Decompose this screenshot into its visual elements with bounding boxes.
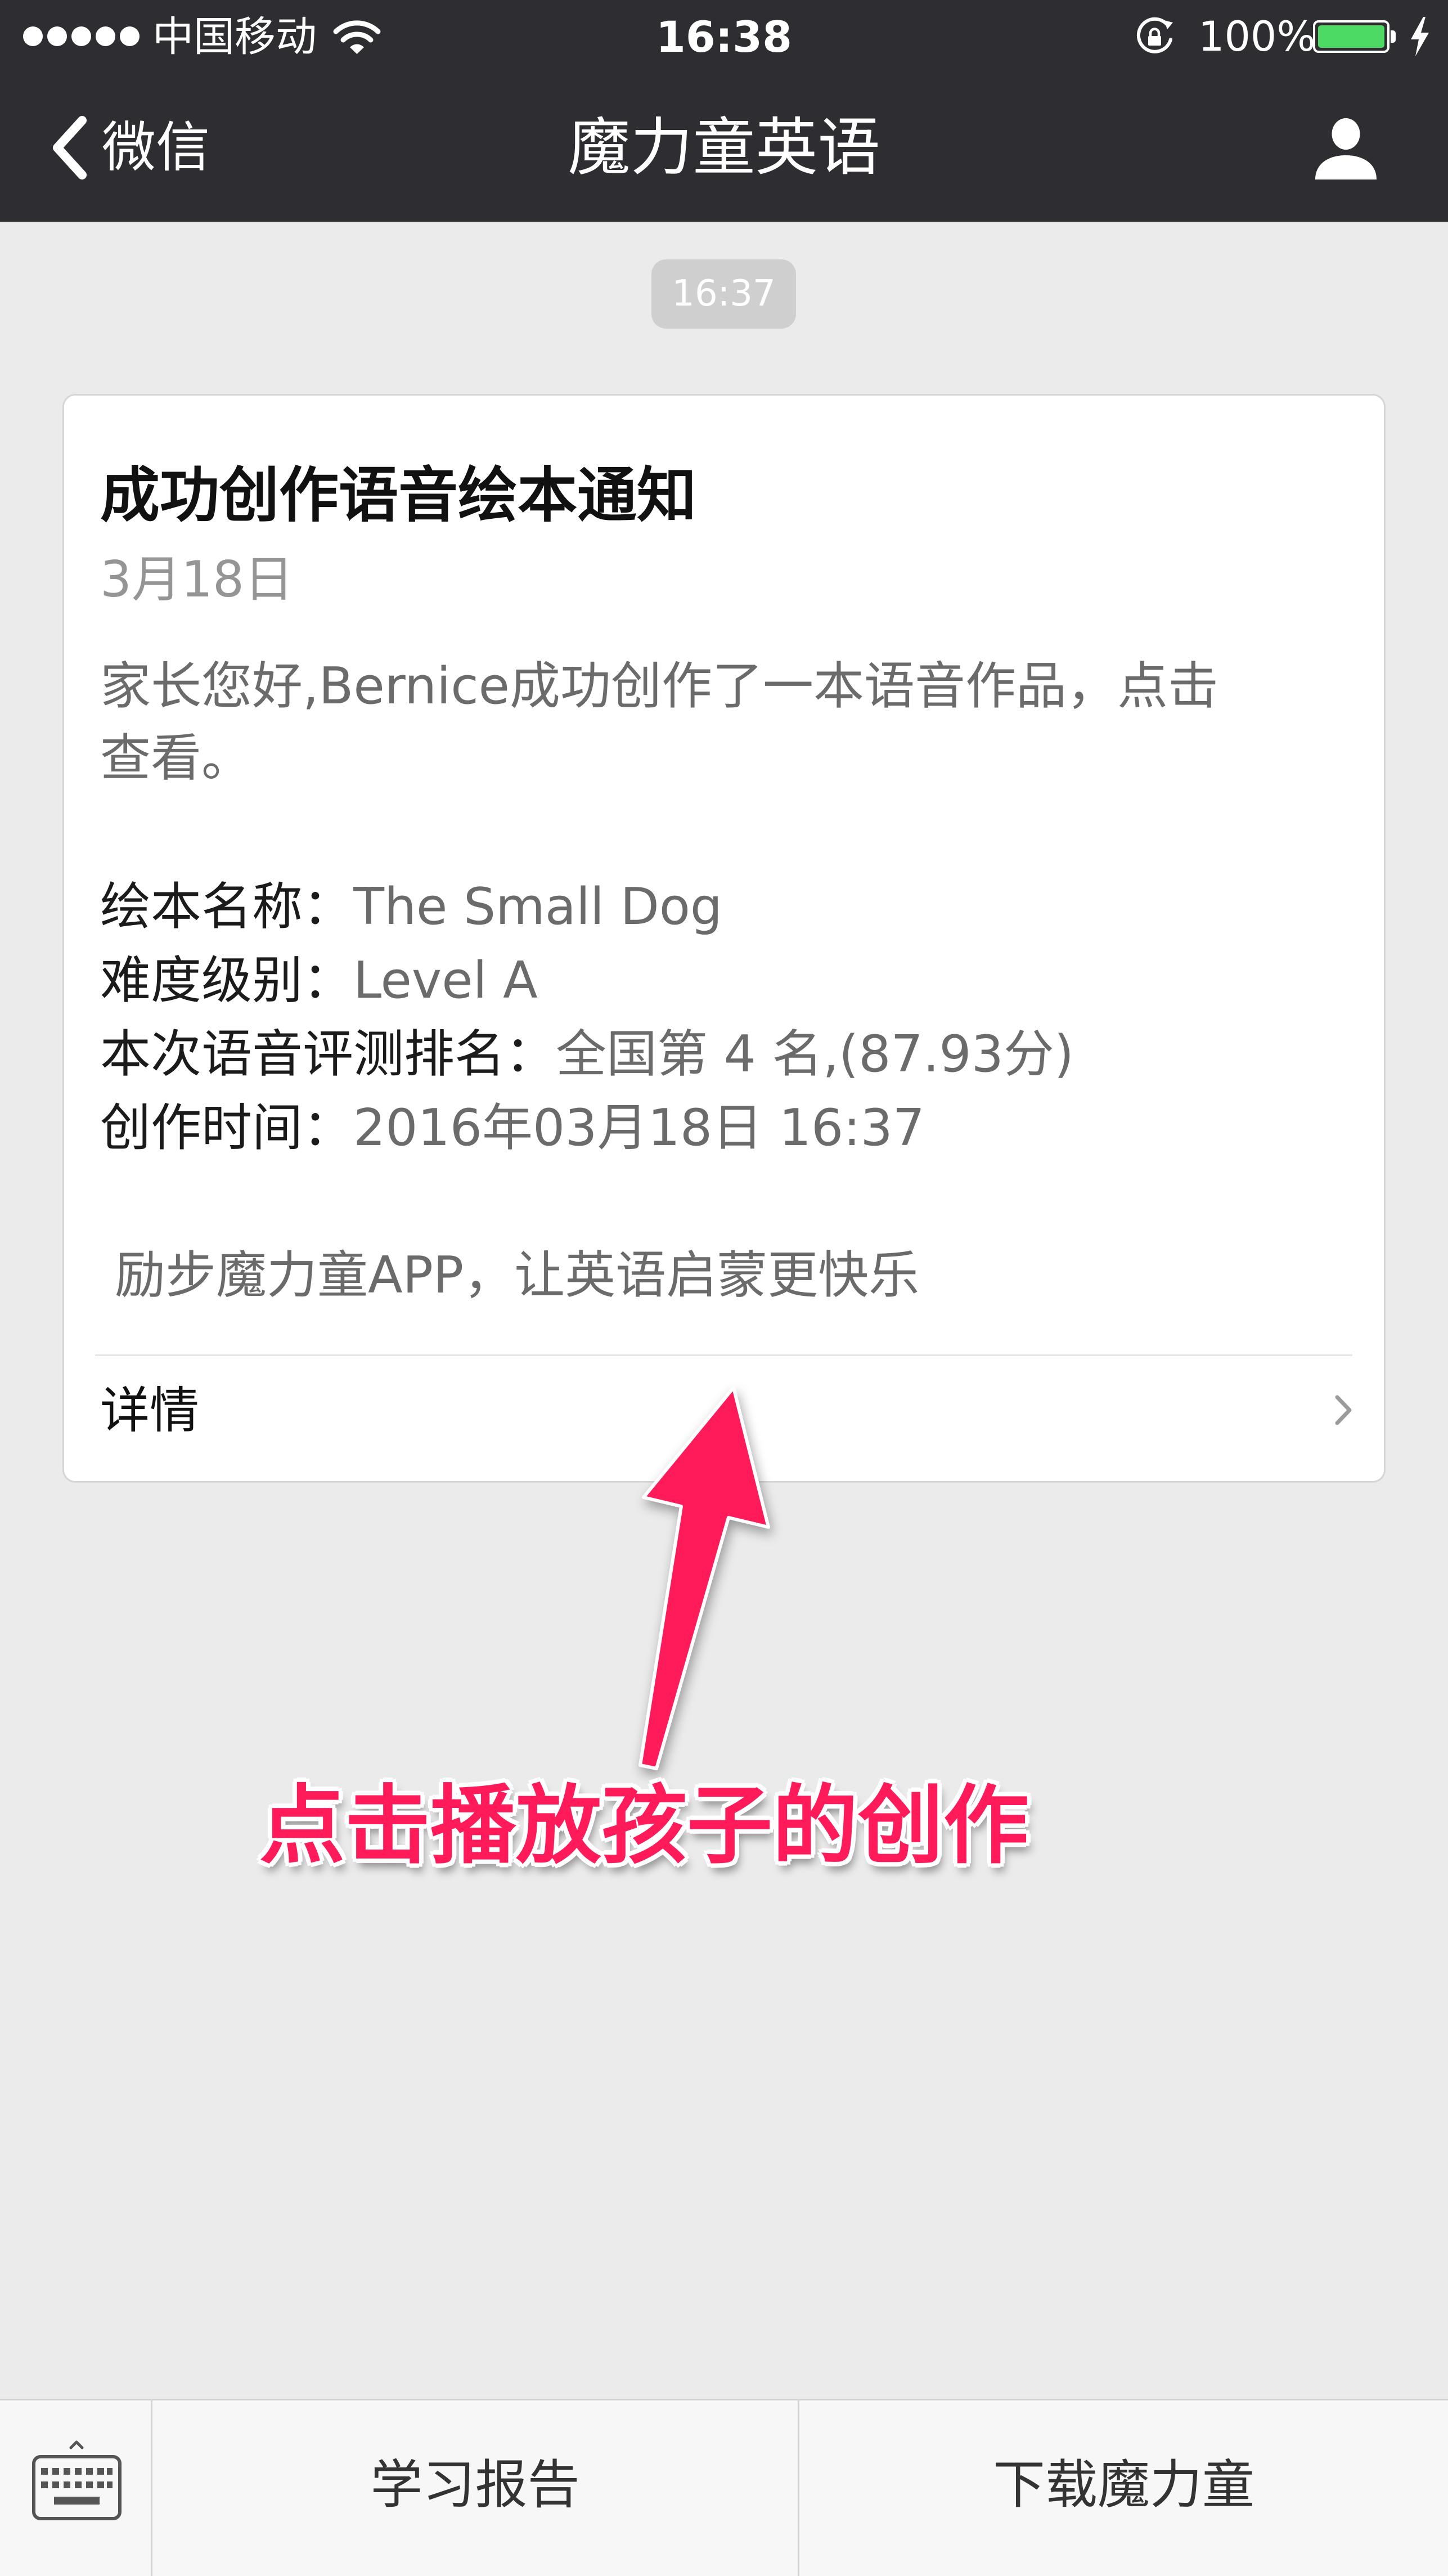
battery-percent: 100% [1198,13,1316,61]
app-header: 中国移动 16:38 100% 微信 魔力童英语 [0,0,1448,222]
card-date: 3月18日 [100,550,294,608]
keyboard-toggle-button[interactable] [0,2400,152,2576]
battery-cap [1391,30,1396,43]
card-body: 成功创作语音绘本通知 3月18日 家长您好,Bernice成功创作了一本语音作品… [64,396,1384,1312]
field-row-ranking: 本次语音评测排名：全国第 4 名,(87.93分) [100,1017,1350,1091]
message-timestamp: 16:37 [651,259,796,329]
field-label: 创作时间： [100,1098,353,1157]
card-intro-line: 查看。 [100,729,252,788]
card-title: 成功创作语音绘本通知 [100,461,696,530]
card-footer-note: 励步魔力童APP，让英语启蒙更快乐 [115,1246,920,1305]
field-row-created-time: 创作时间：2016年03月18日 16:37 [100,1091,1350,1165]
battery-icon [1313,20,1389,53]
field-label: 本次语音评测排名： [100,1025,556,1084]
field-value: The Small Dog [353,877,723,936]
details-link[interactable]: 详情 [64,1356,1384,1481]
card-intro: 家长您好,Bernice成功创作了一本语音作品，点击 查看。 [100,650,1350,795]
notification-card[interactable]: 成功创作语音绘本通知 3月18日 家长您好,Bernice成功创作了一本语音作品… [62,394,1386,1483]
annotation-caption: 点击播放孩子的创作 [259,1776,1029,1875]
card-fields: 绘本名称：The Small Dog 难度级别：Level A 本次语音评测排名… [100,870,1350,1165]
charging-icon [1411,17,1429,56]
field-row-level: 难度级别：Level A [100,944,1350,1017]
person-icon [1315,118,1377,179]
card-intro-line: 家长您好,Bernice成功创作了一本语音作品，点击 [100,657,1219,716]
status-bar: 中国移动 16:38 100% [0,0,1448,74]
field-label: 绘本名称： [100,877,353,936]
chevron-right-icon [1335,1395,1352,1425]
rotation-lock-icon [1136,17,1173,53]
menu-item-study-report[interactable]: 学习报告 [152,2400,799,2576]
menu-item-download-app[interactable]: 下载魔力童 [799,2400,1448,2576]
details-label: 详情 [100,1381,200,1439]
field-value: Level A [353,951,538,1010]
battery-level-fill [1318,25,1384,48]
profile-button[interactable] [1299,102,1392,195]
field-value: 全国第 4 名,(87.93分) [556,1025,1074,1084]
keyboard-icon [32,2440,122,2520]
field-label: 难度级别： [100,951,353,1010]
nav-bar: 微信 魔力童英语 [0,74,1448,222]
page-title: 魔力童英语 [568,111,880,184]
screen: 中国移动 16:38 100% 微信 魔力童英语 16:37 成功创作语音绘本通… [0,0,1448,2576]
field-value: 2016年03月18日 16:37 [353,1098,925,1157]
field-row-book-name: 绘本名称：The Small Dog [100,870,1350,944]
bottom-menu-bar: 学习报告 下载魔力童 [0,2399,1448,2576]
